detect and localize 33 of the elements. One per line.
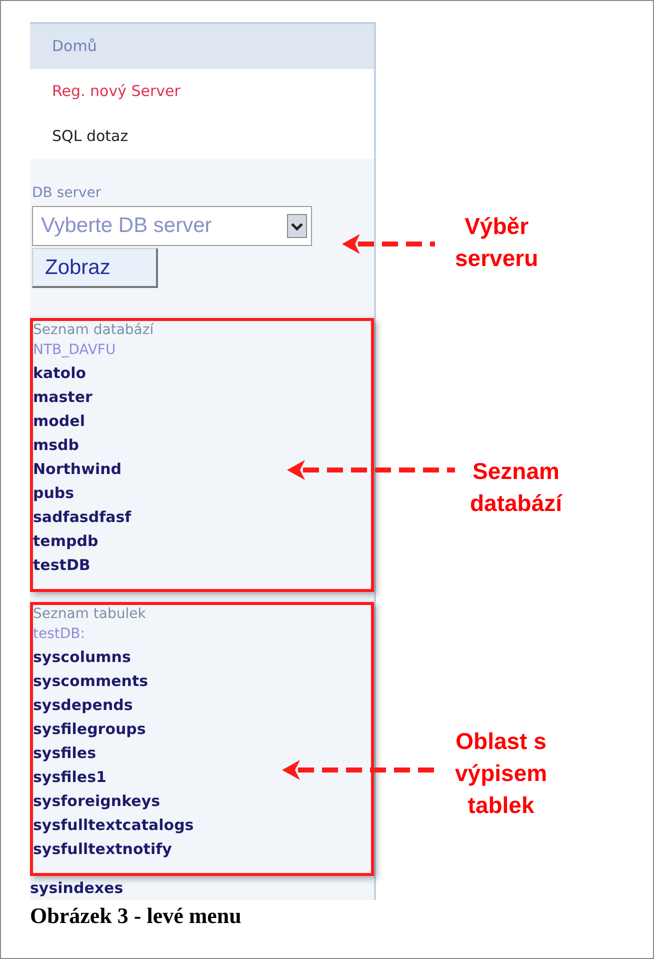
list-link[interactable]: sysfulltextcatalogs [33, 813, 194, 837]
list-link[interactable]: sysfiles1 [33, 765, 106, 789]
dashed-arrow-icon [340, 232, 435, 256]
chevron-down-icon [287, 214, 307, 238]
annotation-text: Seznam databází [470, 457, 562, 518]
section-subtitle: testDB: [33, 625, 85, 644]
list-link[interactable]: sysdepends [33, 693, 133, 717]
list-link[interactable]: katolo [33, 361, 86, 385]
list-link[interactable]: sadfasdfasf [33, 505, 132, 529]
list-link[interactable]: syscolumns [33, 645, 131, 669]
list-link[interactable]: sysindexes [30, 876, 124, 900]
list-link[interactable]: sysfiles [33, 741, 96, 765]
annotation-text: Oblast s výpisem tablek [455, 727, 548, 820]
section-subtitle: NTB_DAVFU [33, 341, 116, 360]
list-link[interactable]: sysforeignkeys [33, 789, 160, 813]
list-link[interactable]: tempdb [33, 529, 98, 553]
list-link[interactable]: Northwind [33, 457, 122, 481]
list-link[interactable]: model [33, 409, 85, 433]
list-link[interactable]: pubs [33, 481, 74, 505]
list-link[interactable]: sysfulltextnotify [33, 837, 172, 861]
list-link[interactable]: testDB [33, 553, 90, 577]
menu-item[interactable]: SQL dotaz [30, 114, 374, 159]
section-title: Seznam tabulek [33, 605, 146, 623]
annotation-text: Výběr serveru [455, 212, 538, 273]
figure-caption: Obrázek 3 - levé menu [30, 902, 242, 930]
menu-item[interactable]: Reg. nový Server [30, 69, 374, 114]
list-link[interactable]: syscomments [33, 669, 148, 693]
field-label: DB server [32, 184, 102, 203]
list-link[interactable]: sysfilegroups [33, 717, 146, 741]
list-link[interactable]: master [33, 385, 92, 409]
show-button[interactable]: Zobraz [32, 248, 158, 288]
section-title: Seznam databází [33, 321, 154, 339]
list-link[interactable]: msdb [33, 433, 80, 457]
